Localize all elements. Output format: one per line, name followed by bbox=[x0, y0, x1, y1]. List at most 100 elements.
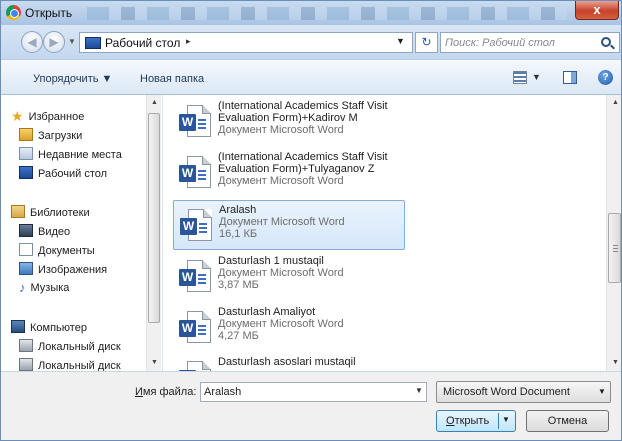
file-item[interactable]: W (International Academics Staff Visit E… bbox=[173, 148, 405, 198]
file-item[interactable]: W (International Academics Staff Visit E… bbox=[173, 97, 405, 147]
nav-label: Загрузки bbox=[38, 130, 83, 142]
word-document-icon: W bbox=[180, 209, 214, 243]
file-list-scrollbar[interactable]: ▲ ▼ bbox=[606, 95, 621, 371]
breadcrumb-desktop[interactable]: Рабочий стол bbox=[105, 36, 180, 50]
file-item[interactable]: W Dasturlash 1 mustaqil Документ Microsof… bbox=[173, 252, 405, 302]
preview-pane-icon[interactable] bbox=[563, 71, 577, 84]
nav-videos[interactable]: Видео bbox=[19, 224, 70, 242]
open-options-dropdown-icon[interactable]: ▼ bbox=[502, 415, 510, 424]
address-bar[interactable]: Рабочий стол ▸ ▼ bbox=[79, 32, 413, 53]
nav-documents[interactable]: Документы bbox=[19, 243, 95, 261]
nav-desktop[interactable]: Рабочий стол bbox=[19, 166, 107, 184]
new-folder-button[interactable]: Новая папка bbox=[140, 73, 204, 85]
file-item[interactable]: W Dasturlash Amaliyot Документ Microsoft … bbox=[173, 303, 405, 353]
documents-icon bbox=[19, 243, 33, 256]
word-document-icon: W bbox=[179, 156, 213, 190]
view-options-icon[interactable] bbox=[513, 71, 527, 84]
file-name: Dasturlash Amaliyot bbox=[218, 306, 316, 318]
desktop-icon bbox=[85, 37, 101, 49]
filetype-select[interactable]: Microsoft Word Document ▼ bbox=[436, 381, 611, 403]
file-type: Документ Microsoft Word bbox=[218, 318, 344, 330]
word-document-icon: W bbox=[179, 311, 213, 345]
navigation-pane: ★ Избранное Загрузки Недавние места Рабоч… bbox=[1, 95, 162, 371]
nav-downloads[interactable]: Загрузки bbox=[19, 128, 82, 146]
nav-label: Библиотеки bbox=[30, 207, 90, 219]
nav-label: Избранное bbox=[28, 111, 85, 123]
breadcrumb-arrow-icon[interactable]: ▸ bbox=[186, 36, 191, 47]
blurred-background-tabs bbox=[87, 7, 567, 20]
file-size: 16,1 КБ bbox=[219, 228, 258, 240]
chrome-icon bbox=[6, 5, 21, 20]
nav-label: Локальный диск bbox=[38, 360, 121, 371]
nav-label: Музыка bbox=[30, 282, 70, 294]
forward-arrow-icon: ▶ bbox=[49, 35, 59, 49]
file-type: Документ Microsoft Word bbox=[218, 124, 344, 136]
cancel-button[interactable]: Отмена bbox=[526, 410, 609, 432]
refresh-icon: ↻ bbox=[421, 35, 432, 49]
downloads-folder-icon bbox=[19, 128, 33, 141]
nav-label: Рабочий стол bbox=[38, 168, 108, 180]
computer-icon bbox=[11, 320, 25, 333]
back-arrow-icon: ◀ bbox=[27, 35, 37, 49]
file-size: 3,87 МБ bbox=[218, 279, 259, 291]
scrollbar-thumb[interactable] bbox=[148, 113, 160, 323]
word-document-icon: W bbox=[179, 260, 213, 294]
filename-label: Имя файла: bbox=[135, 386, 197, 398]
split-divider bbox=[498, 413, 499, 429]
nav-label: Локальный диск bbox=[38, 341, 121, 353]
word-document-icon: W bbox=[179, 105, 213, 139]
nav-music[interactable]: ♪ Музыка bbox=[19, 281, 69, 299]
nav-computer[interactable]: Компьютер bbox=[11, 320, 87, 338]
close-button[interactable]: x bbox=[575, 1, 619, 20]
nav-label: Видео bbox=[38, 226, 71, 238]
scroll-down-icon[interactable]: ▼ bbox=[151, 359, 158, 366]
organize-button[interactable]: Упорядочить ▼ bbox=[33, 73, 112, 85]
address-row: ◀ ▶ ▼ Рабочий стол ▸ ▼ ↻ bbox=[1, 25, 621, 59]
filename-input[interactable] bbox=[204, 385, 404, 399]
help-icon[interactable]: ? bbox=[598, 70, 613, 85]
back-button[interactable]: ◀ bbox=[21, 31, 43, 53]
scroll-up-icon[interactable]: ▲ bbox=[151, 99, 158, 106]
filename-combobox[interactable]: ▼ bbox=[200, 382, 427, 402]
file-name: Dasturlash 1 mustaqil bbox=[218, 255, 324, 267]
scrollbar-grip-icon bbox=[613, 245, 618, 252]
navigation-scrollbar[interactable]: ▲ ▼ bbox=[146, 95, 161, 371]
nav-favorites[interactable]: ★ Избранное bbox=[11, 109, 84, 127]
filename-dropdown-icon[interactable]: ▼ bbox=[415, 386, 423, 395]
videos-icon bbox=[19, 224, 33, 237]
star-icon: ★ bbox=[11, 108, 24, 124]
recent-locations-dropdown[interactable]: ▼ bbox=[68, 37, 76, 46]
nav-images[interactable]: Изображения bbox=[19, 262, 107, 280]
search-icon[interactable] bbox=[601, 37, 611, 47]
nav-local-disk-1[interactable]: Локальный диск bbox=[19, 339, 121, 357]
forward-button[interactable]: ▶ bbox=[43, 31, 65, 53]
word-document-icon: W bbox=[179, 361, 213, 371]
file-item-selected[interactable]: W Aralash Документ Microsoft Word 16,1 КБ bbox=[173, 200, 405, 250]
filetype-value: Microsoft Word Document bbox=[443, 386, 570, 398]
nav-recent-places[interactable]: Недавние места bbox=[19, 147, 122, 165]
open-file-dialog: Открыть x ◀ ▶ ▼ Рабочий стол ▸ ▼ ↻ Упоря… bbox=[0, 0, 622, 441]
search-input[interactable] bbox=[445, 35, 595, 50]
file-name: (International Academics Staff Visit Eva… bbox=[218, 151, 388, 175]
open-button[interactable]: Открыть ▼ bbox=[436, 410, 516, 432]
file-type: Документ Microsoft Word bbox=[218, 175, 344, 187]
file-name: (International Academics Staff Visit Eva… bbox=[218, 100, 388, 124]
file-item[interactable]: W Dasturlash asoslari mustaqil bbox=[173, 353, 405, 371]
scroll-down-icon[interactable]: ▼ bbox=[612, 359, 619, 366]
images-icon bbox=[19, 262, 33, 275]
scroll-up-icon[interactable]: ▲ bbox=[612, 99, 619, 106]
nav-libraries[interactable]: Библиотеки bbox=[11, 205, 90, 223]
address-dropdown-icon[interactable]: ▼ bbox=[396, 36, 405, 46]
libraries-icon bbox=[11, 205, 25, 218]
scrollbar-thumb[interactable] bbox=[608, 213, 621, 283]
music-icon: ♪ bbox=[19, 280, 26, 295]
file-list: W (International Academics Staff Visit E… bbox=[162, 95, 621, 371]
file-name: Aralash bbox=[219, 204, 257, 216]
recent-places-icon bbox=[19, 147, 33, 160]
view-options-dropdown[interactable]: ▼ bbox=[532, 72, 541, 82]
search-box[interactable] bbox=[440, 32, 620, 53]
refresh-button[interactable]: ↻ bbox=[415, 32, 438, 53]
open-button-label: Открыть bbox=[446, 415, 490, 427]
nav-local-disk-2[interactable]: Локальный диск bbox=[19, 358, 121, 371]
nav-label: Документы bbox=[38, 245, 95, 257]
